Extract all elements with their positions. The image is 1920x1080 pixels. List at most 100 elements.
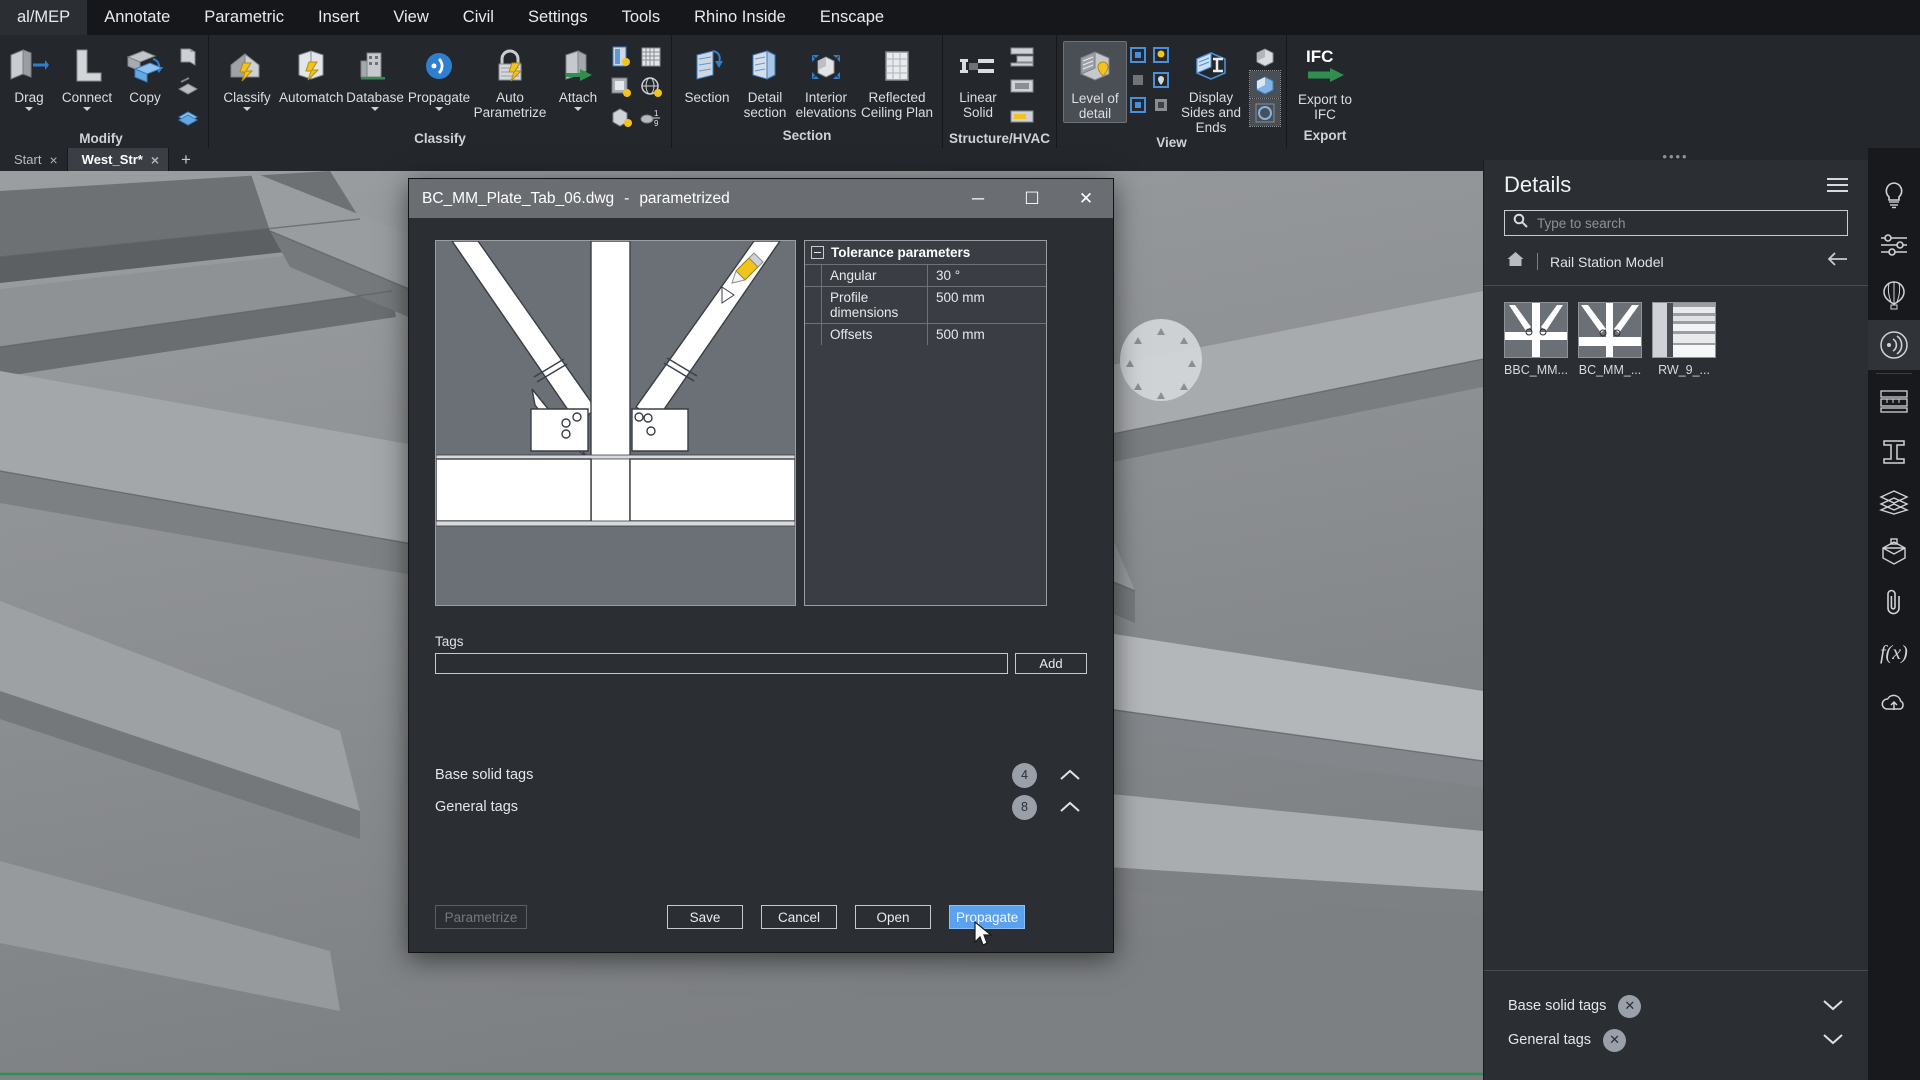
box-icon[interactable] <box>1868 527 1920 577</box>
ruler-icon[interactable] <box>1868 377 1920 427</box>
count-tag-icon[interactable]: 19 <box>637 103 665 131</box>
ribbon-button-database[interactable]: Database <box>343 41 407 123</box>
ribbon-button-reflected-ceiling-plan[interactable]: Reflected Ceiling Plan <box>858 41 936 123</box>
close-icon[interactable]: ✕ <box>1059 179 1113 218</box>
clear-icon[interactable]: ✕ <box>1603 1029 1626 1052</box>
search-box[interactable] <box>1504 210 1848 236</box>
property-row-profile-dimensions[interactable]: Profile dimensions 500 mm <box>805 286 1046 323</box>
lightbulb-icon[interactable] <box>1868 170 1920 220</box>
menu-tools[interactable]: Tools <box>605 0 678 35</box>
clear-icon[interactable]: ✕ <box>1618 995 1641 1018</box>
property-value[interactable]: 500 mm <box>928 324 1046 345</box>
layers-icon[interactable] <box>1868 477 1920 527</box>
base-solid-tags-row[interactable]: Base solid tags 4 <box>435 760 1087 790</box>
slice-icon[interactable] <box>174 73 202 101</box>
chevron-down-icon[interactable] <box>435 107 443 111</box>
property-value[interactable]: 30 ° <box>928 265 1046 286</box>
detail-thumbnail-item[interactable]: BC_MM_... <box>1578 302 1642 377</box>
dialog-title-bar[interactable]: BC_MM_Plate_Tab_06.dwg - parametrized ─ … <box>409 179 1113 218</box>
ribbon-button-attach[interactable]: Attach <box>549 41 607 123</box>
solid-white-icon[interactable] <box>1250 43 1280 70</box>
window-tag-icon[interactable] <box>607 73 635 101</box>
detail-preview[interactable] <box>435 240 796 606</box>
ribbon-button-level-of-detail[interactable]: Level of detail <box>1063 41 1127 123</box>
lod-cell-4-icon[interactable] <box>1150 68 1172 92</box>
book-icon[interactable] <box>174 43 202 71</box>
lod-cell-2-icon[interactable] <box>1150 43 1172 67</box>
arrow-left-icon[interactable] <box>1826 251 1848 272</box>
general-tags-row[interactable]: General tags 8 <box>435 792 1087 822</box>
new-tab-button[interactable]: + <box>169 148 203 171</box>
detail-thumbnail-item[interactable]: BBC_MM... <box>1504 302 1568 377</box>
maximize-icon[interactable]: ☐ <box>1005 179 1059 218</box>
chevron-down-icon[interactable] <box>371 107 379 111</box>
ribbon-button-drag[interactable]: Drag <box>0 41 58 123</box>
menu-settings[interactable]: Settings <box>511 0 605 35</box>
ribbon-button-classify[interactable]: Classify <box>215 41 279 123</box>
hvac-duct-3-icon[interactable] <box>1007 103 1037 131</box>
parametrize-button[interactable]: Parametrize <box>435 905 527 929</box>
ribbon-button-connect[interactable]: Connect <box>58 41 116 123</box>
document-tab-start[interactable]: Start × <box>0 148 68 171</box>
details-general-tags-row[interactable]: General tags ✕ <box>1508 1023 1844 1057</box>
hvac-duct-2-icon[interactable] <box>1007 73 1037 101</box>
hamburger-menu-icon[interactable] <box>1827 178 1848 192</box>
lod-cell-5-icon[interactable] <box>1127 93 1149 117</box>
chevron-down-icon[interactable] <box>243 107 251 111</box>
property-row-offsets[interactable]: Offsets 500 mm <box>805 323 1046 345</box>
chevron-up-icon[interactable] <box>1053 800 1087 814</box>
chevron-down-icon[interactable] <box>1822 1031 1844 1049</box>
lod-cell-6-icon[interactable] <box>1150 93 1172 117</box>
add-tag-button[interactable]: Add <box>1015 653 1087 674</box>
chevron-down-icon[interactable] <box>574 107 582 111</box>
solid-outline-icon[interactable] <box>1250 99 1280 126</box>
property-value[interactable]: 500 mm <box>928 287 1046 323</box>
chevron-down-icon[interactable] <box>83 107 91 111</box>
tags-input[interactable] <box>435 653 1008 674</box>
hvac-duct-1-icon[interactable] <box>1007 43 1037 71</box>
menu-insert[interactable]: Insert <box>301 0 376 35</box>
ribbon-button-propagate[interactable]: Propagate <box>407 41 471 123</box>
minimize-icon[interactable]: ─ <box>951 179 1005 218</box>
paperclip-icon[interactable] <box>1868 577 1920 627</box>
solid-tag-icon[interactable] <box>607 103 635 131</box>
i-beam-icon[interactable] <box>1868 427 1920 477</box>
lod-cell-3-icon[interactable] <box>1127 68 1149 92</box>
detail-thumbnail-item[interactable]: RW_9_... <box>1652 302 1716 377</box>
balloon-icon[interactable] <box>1868 270 1920 320</box>
home-icon[interactable] <box>1506 250 1525 273</box>
function-icon[interactable]: f(x) <box>1868 627 1920 677</box>
menu-enscape[interactable]: Enscape <box>803 0 901 35</box>
menu-view[interactable]: View <box>376 0 445 35</box>
menu-annotate[interactable]: Annotate <box>87 0 187 35</box>
save-button[interactable]: Save <box>667 905 743 929</box>
globe-tag-icon[interactable] <box>637 73 665 101</box>
open-button[interactable]: Open <box>855 905 931 929</box>
menu-civil[interactable]: Civil <box>446 0 511 35</box>
lod-cell-1-icon[interactable] <box>1127 43 1149 67</box>
solid-blue-icon[interactable] <box>1250 71 1280 98</box>
chevron-down-icon[interactable] <box>1822 997 1844 1015</box>
cloud-upload-icon[interactable] <box>1868 677 1920 727</box>
ribbon-button-interior-elevations[interactable]: Interior elevations <box>794 41 858 123</box>
search-input[interactable] <box>1537 216 1839 231</box>
menu-parametric[interactable]: Parametric <box>187 0 301 35</box>
menu-rhino-inside[interactable]: Rhino Inside <box>677 0 803 35</box>
ribbon-button-display-sides-and-ends[interactable]: Display Sides and Ends <box>1172 41 1250 135</box>
ribbon-button-automatch[interactable]: Automatch <box>279 41 343 123</box>
cancel-button[interactable]: Cancel <box>761 905 837 929</box>
chevron-up-icon[interactable] <box>1053 768 1087 782</box>
close-icon[interactable]: × <box>49 152 57 168</box>
document-tab-west-str[interactable]: West_Str* × <box>68 148 169 171</box>
chevron-down-icon[interactable] <box>25 107 33 111</box>
ribbon-button-linear-solid[interactable]: Linear Solid <box>949 41 1007 123</box>
collapse-icon[interactable] <box>811 246 824 259</box>
menu-mep[interactable]: al/MEP <box>0 0 87 35</box>
details-base-solid-tags-row[interactable]: Base solid tags ✕ <box>1508 989 1844 1023</box>
property-group-header[interactable]: Tolerance parameters <box>805 241 1046 264</box>
ribbon-button-auto-parametrize[interactable]: Auto Parametrize <box>471 41 549 123</box>
grid-tag-icon[interactable] <box>637 43 665 71</box>
ribbon-button-copy[interactable]: Copy <box>116 41 174 123</box>
ribbon-button-detail-section[interactable]: Detail section <box>736 41 794 123</box>
door-tag-icon[interactable] <box>607 43 635 71</box>
